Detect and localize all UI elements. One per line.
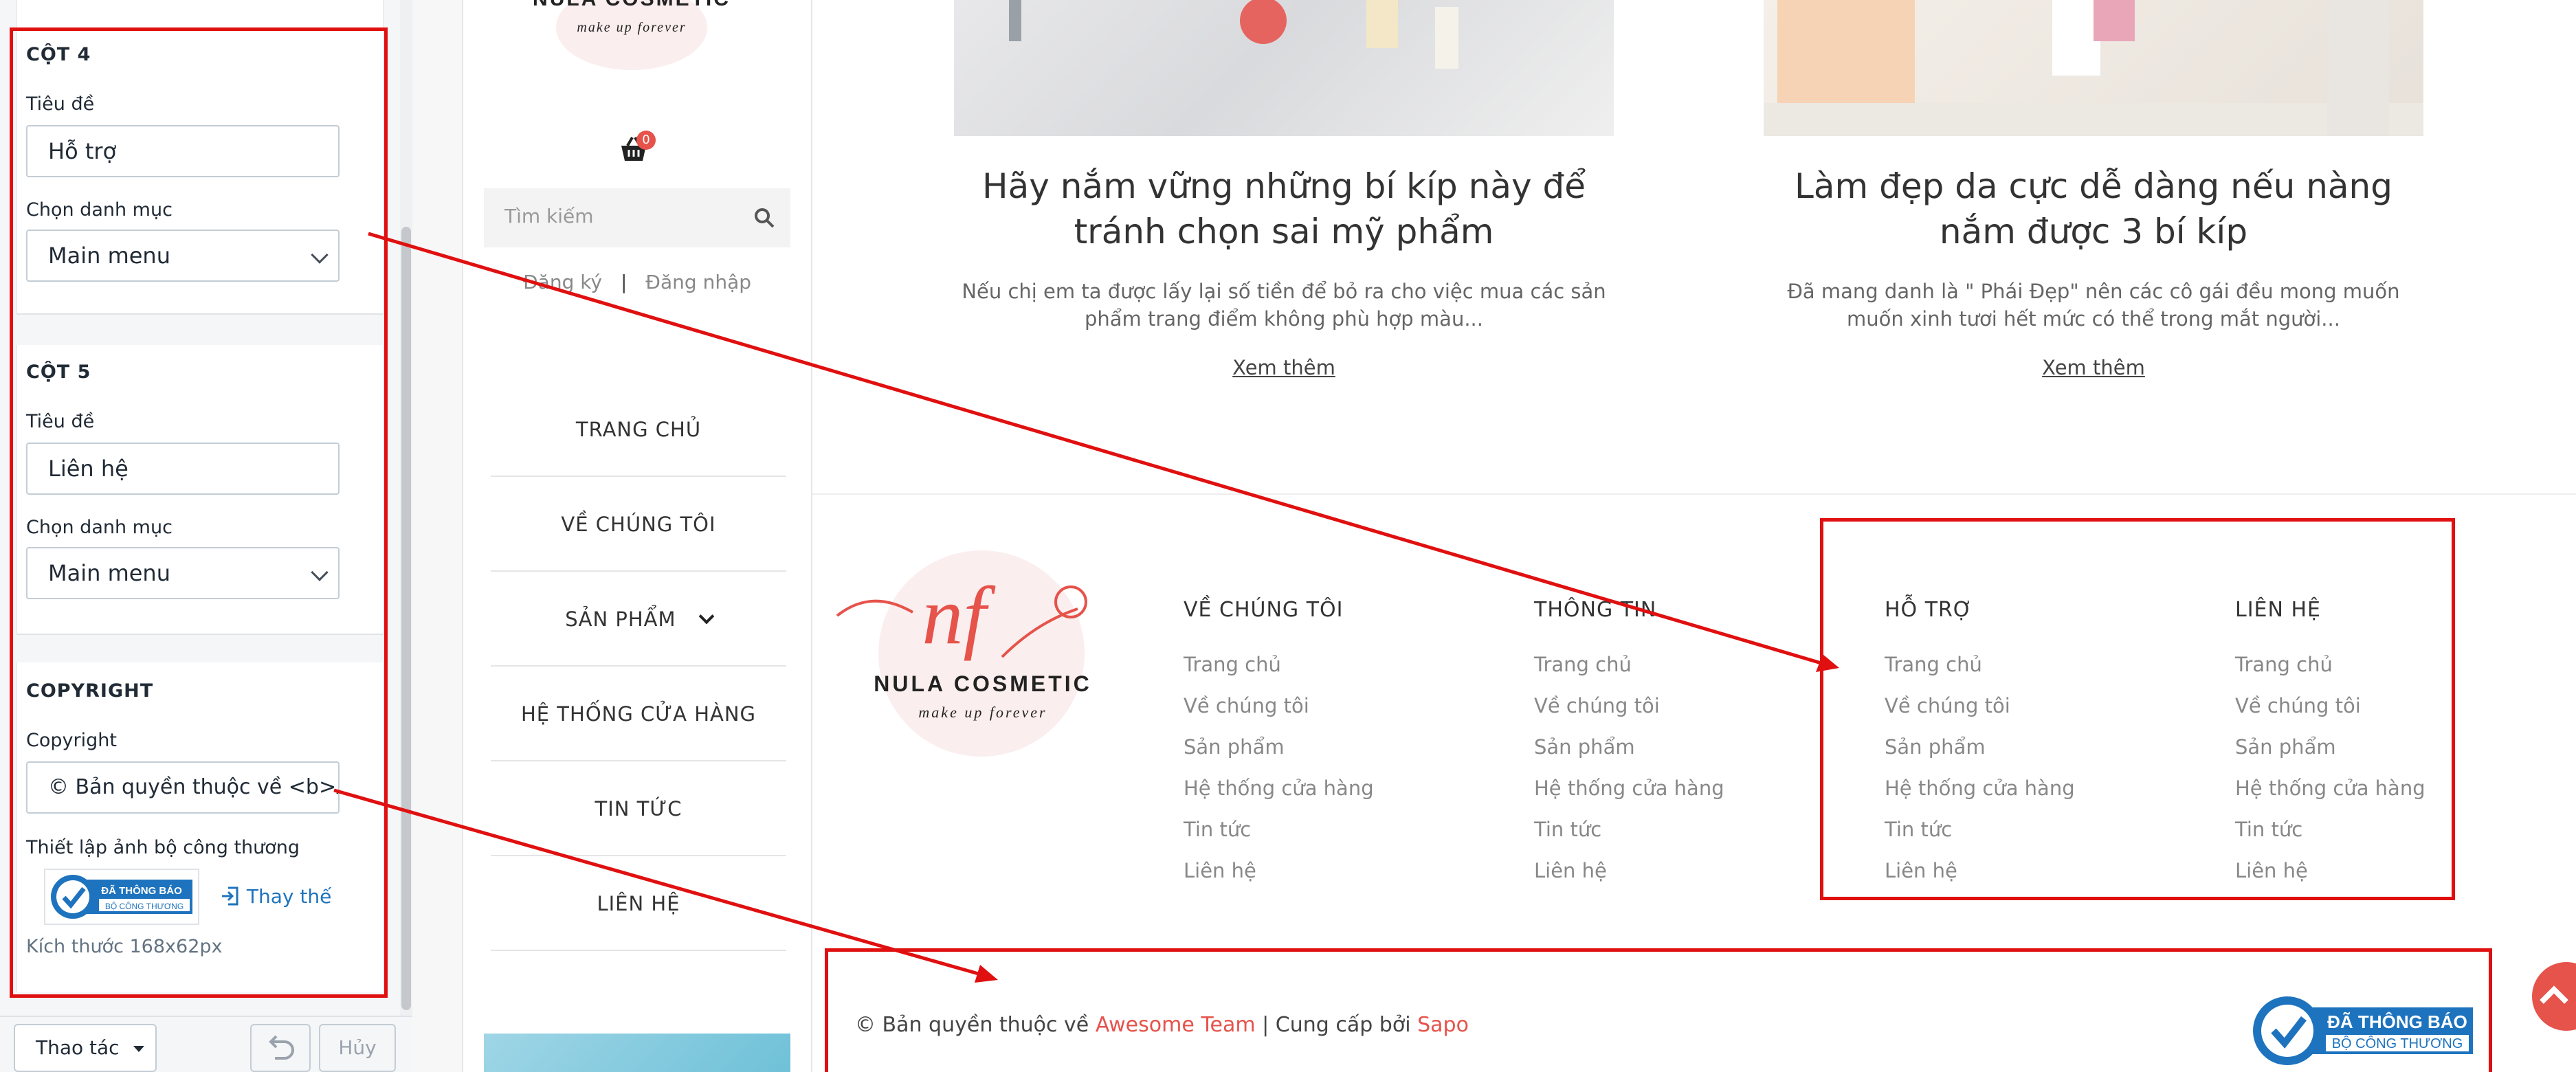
footer-brand-tagline: make up forever bbox=[918, 704, 1047, 721]
brand-logo: NULA COSMETIC make up forever bbox=[533, 0, 731, 70]
auth-links: Đăng ký | Đăng nhập bbox=[463, 271, 811, 293]
menu-item-stores[interactable]: HỆ THỐNG CỬA HÀNG bbox=[491, 667, 786, 761]
menu-item-news[interactable]: TIN TỨC bbox=[491, 761, 786, 856]
footer-link[interactable]: Sản phẩm bbox=[1534, 735, 1635, 759]
menu-item-about[interactable]: VỀ CHÚNG TÔI bbox=[491, 477, 786, 572]
footer-column-heading: VỀ CHÚNG TÔI bbox=[1184, 598, 1344, 622]
bottom-toolbar: Thao tác Hủy bbox=[0, 1016, 412, 1072]
footer-link[interactable]: Trang chủ bbox=[1184, 653, 1281, 676]
cosmetics-photo bbox=[1009, 0, 1458, 69]
article-image[interactable] bbox=[954, 0, 1614, 136]
highlight-box-footer-columns bbox=[1820, 518, 2455, 900]
login-link[interactable]: Đăng nhập bbox=[645, 271, 751, 293]
cancel-button[interactable]: Hủy bbox=[319, 1024, 396, 1072]
cart-count-badge: 0 bbox=[636, 131, 656, 150]
actions-dropdown[interactable]: Thao tác bbox=[14, 1024, 157, 1072]
undo-icon bbox=[269, 1035, 294, 1060]
skincare-photo bbox=[1764, 0, 2423, 136]
caret-down-icon bbox=[133, 1045, 145, 1052]
read-more-link[interactable]: Xem thêm bbox=[954, 356, 1614, 379]
brand-tagline: make up forever bbox=[577, 20, 686, 35]
chevron-up-icon bbox=[2540, 985, 2568, 1004]
footer-link[interactable]: Hệ thống cửa hàng bbox=[1184, 777, 1374, 800]
footer-link[interactable]: Tin tức bbox=[1184, 818, 1251, 841]
highlight-box-settings bbox=[10, 27, 388, 998]
article-image[interactable] bbox=[1764, 0, 2423, 136]
promo-banner-image bbox=[484, 1034, 790, 1072]
logo-monogram: nf bbox=[922, 570, 996, 661]
actions-label: Thao tác bbox=[36, 1036, 120, 1059]
footer-column-heading: THÔNG TIN bbox=[1534, 598, 1657, 622]
cart-button[interactable]: 0 bbox=[617, 131, 656, 165]
search-box[interactable]: Tìm kiếm bbox=[484, 188, 790, 247]
auth-separator: | bbox=[620, 271, 628, 293]
article-title[interactable]: Hãy nắm vững những bí kíp này để tránh c… bbox=[954, 164, 1614, 254]
back-to-top-button[interactable] bbox=[2532, 962, 2576, 1031]
footer-link[interactable]: Tin tức bbox=[1534, 818, 1601, 841]
search-icon[interactable] bbox=[753, 207, 775, 229]
footer-link[interactable]: Liên hệ bbox=[1184, 859, 1256, 882]
footer-link[interactable]: Hệ thống cửa hàng bbox=[1534, 777, 1724, 800]
highlight-box-copyright bbox=[825, 948, 2492, 1072]
menu-item-products-label: SẢN PHẨM bbox=[565, 607, 676, 631]
section-divider bbox=[812, 493, 2576, 495]
undo-button[interactable] bbox=[250, 1024, 311, 1072]
menu-item-contact[interactable]: LIÊN HỆ bbox=[491, 856, 786, 951]
read-more-link[interactable]: Xem thêm bbox=[1764, 356, 2423, 379]
mobile-menu-preview: NULA COSMETIC make up forever 0 Tìm kiếm… bbox=[462, 0, 812, 1072]
article-title[interactable]: Làm đẹp da cực dễ dàng nếu nàng nắm được… bbox=[1764, 164, 2423, 254]
chevron-down-icon[interactable] bbox=[698, 608, 715, 625]
article-description: Nếu chị em ta được lấy lại số tiền để bỏ… bbox=[962, 280, 1606, 331]
search-placeholder: Tìm kiếm bbox=[504, 205, 594, 227]
footer-link[interactable]: Về chúng tôi bbox=[1534, 694, 1660, 717]
footer-link[interactable]: Trang chủ bbox=[1534, 653, 1632, 676]
menu-item-home[interactable]: TRANG CHỦ bbox=[491, 382, 786, 477]
footer-link[interactable]: Về chúng tôi bbox=[1184, 694, 1309, 717]
scrollbar-thumb[interactable] bbox=[401, 227, 411, 1010]
article-description: Đã mang danh là " Phái Đẹp" nên các cô g… bbox=[1787, 280, 2400, 331]
footer-logo: nf NULA COSMETIC make up forever bbox=[836, 550, 1091, 757]
footer-link[interactable]: Liên hệ bbox=[1534, 859, 1607, 882]
menu-item-products[interactable]: SẢN PHẨM bbox=[491, 572, 786, 667]
footer-link[interactable]: Sản phẩm bbox=[1184, 735, 1285, 759]
footer-brand-name: NULA COSMETIC bbox=[874, 671, 1091, 696]
register-link[interactable]: Đăng ký bbox=[523, 271, 602, 293]
brand-name: NULA COSMETIC bbox=[533, 0, 731, 10]
